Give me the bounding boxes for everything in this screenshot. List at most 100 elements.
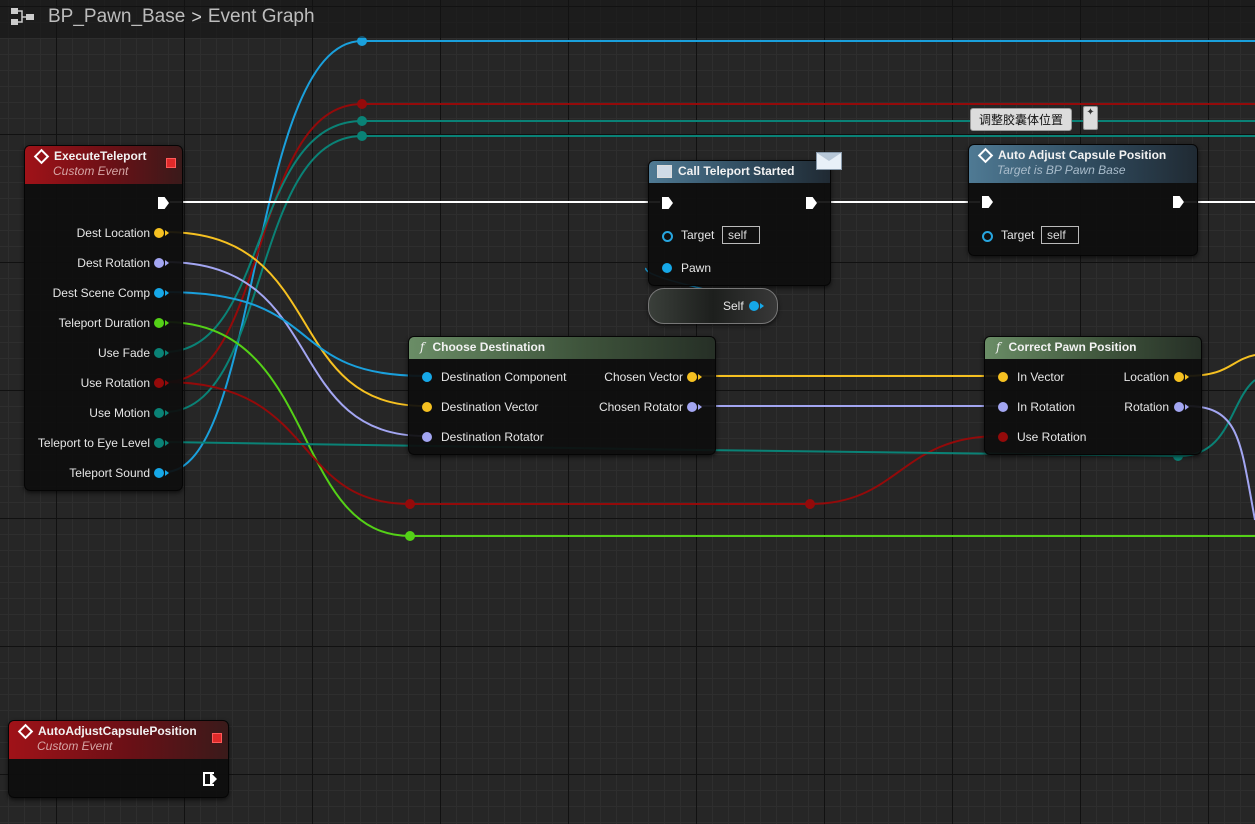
comment-text: 调整胶囊体位置	[979, 113, 1064, 127]
pin-use-motion[interactable]	[154, 408, 169, 418]
pin-label: Target	[681, 228, 715, 242]
reroute-knot	[357, 131, 367, 141]
node-self-reference[interactable]: Self	[648, 288, 778, 324]
node-subtitle: Custom Event	[53, 164, 129, 178]
node-title: Auto Adjust Capsule Position	[998, 148, 1167, 162]
reroute-knot	[805, 499, 815, 509]
exec-in-pin[interactable]	[982, 196, 993, 208]
target-default-value[interactable]: self	[722, 226, 760, 244]
node-header: ExecuteTeleport Custom Event	[25, 146, 182, 184]
breadcrumb-blueprint[interactable]: BP_Pawn_Base	[48, 6, 185, 28]
pin-label: Chosen Vector	[604, 370, 683, 384]
pin-chosen-vector[interactable]	[687, 372, 702, 382]
pin-self-out[interactable]	[749, 301, 764, 311]
pin-teleport-sound[interactable]	[154, 468, 169, 478]
node-header: Call Teleport Started	[649, 161, 830, 183]
node-header: Auto Adjust Capsule Position Target is B…	[969, 145, 1197, 183]
pin-label: Destination Vector	[441, 400, 539, 414]
node-title: Call Teleport Started	[678, 164, 795, 178]
pin-target[interactable]	[982, 231, 993, 242]
pin-teleport-eye-level[interactable]	[154, 438, 169, 448]
delegate-pin-icon[interactable]	[212, 733, 222, 743]
node-header: f Choose Destination	[409, 337, 715, 359]
event-diamond-icon	[17, 723, 34, 739]
pin-label: Dest Rotation	[77, 256, 150, 270]
node-correct-pawn-position[interactable]: f Correct Pawn Position In Vector In Rota…	[984, 336, 1202, 455]
node-call-teleport-started[interactable]: Call Teleport Started Target self Pawn	[648, 152, 842, 286]
wire-dest-rotation	[164, 261, 426, 437]
pin-comment-icon[interactable]: ✦	[1083, 106, 1098, 130]
node-header: AutoAdjustCapsulePosition Custom Event	[9, 721, 228, 759]
node-choose-destination[interactable]: f Choose Destination Destination Componen…	[408, 336, 716, 455]
delegate-pin-icon[interactable]	[166, 158, 176, 168]
function-icon: f	[996, 340, 1001, 354]
node-execute-teleport[interactable]: ExecuteTeleport Custom Event Dest Locati…	[24, 145, 183, 491]
pin-label: Use Rotation	[1017, 430, 1087, 444]
comment-bubble[interactable]: 调整胶囊体位置	[970, 108, 1073, 131]
node-title: Choose Destination	[432, 340, 546, 354]
wire-dest-scene-comp	[164, 291, 426, 377]
pin-label: Location	[1123, 370, 1169, 384]
pin-label: Destination Rotator	[441, 430, 544, 444]
wire-dest-location	[164, 231, 426, 407]
pin-label: Use Motion	[89, 406, 150, 420]
pin-dest-location[interactable]	[154, 228, 169, 238]
pin-location-out[interactable]	[1174, 372, 1189, 382]
message-icon	[657, 164, 672, 178]
exec-in-pin[interactable]	[662, 197, 673, 209]
pin-label: Dest Location	[76, 226, 150, 240]
pin-dest-scene-comp[interactable]	[154, 288, 169, 298]
pin-label: Rotation	[1124, 400, 1169, 414]
node-auto-adjust-capsule[interactable]: Auto Adjust Capsule Position Target is B…	[968, 144, 1198, 256]
pin-use-rotation[interactable]	[154, 378, 169, 388]
pin-pawn[interactable]	[662, 263, 672, 273]
pin-label: Dest Scene Comp	[52, 286, 150, 300]
pin-label: Teleport Sound	[69, 466, 150, 480]
event-diamond-icon	[977, 147, 994, 163]
pin-label: In Rotation	[1017, 400, 1076, 414]
pin-in-rotation[interactable]	[998, 402, 1008, 412]
pin-label: Use Fade	[97, 346, 150, 360]
pin-use-fade[interactable]	[154, 348, 169, 358]
reroute-knot	[405, 531, 415, 541]
pin-label: Use Rotation	[80, 376, 150, 390]
pin-chosen-rotator[interactable]	[687, 402, 702, 412]
pin-use-rotation-in[interactable]	[998, 432, 1008, 442]
pin-label: Target	[1001, 228, 1035, 242]
reroute-knot	[357, 99, 367, 109]
node-title: ExecuteTeleport	[54, 149, 147, 163]
exec-out-pin[interactable]	[806, 197, 817, 209]
target-default-value[interactable]: self	[1041, 226, 1079, 244]
pin-destination-vector[interactable]	[422, 402, 432, 412]
node-auto-adjust-event[interactable]: AutoAdjustCapsulePosition Custom Event	[8, 720, 229, 798]
chevron-right-icon: >	[191, 6, 202, 27]
pin-label: Pawn	[681, 261, 712, 275]
pin-destination-component[interactable]	[422, 372, 432, 382]
exec-out-pin[interactable]	[1173, 196, 1184, 208]
blueprint-graph-icon	[10, 6, 36, 28]
pin-target[interactable]	[662, 231, 673, 242]
reroute-knot	[357, 116, 367, 126]
pin-label: Teleport Duration	[58, 316, 150, 330]
pin-label: In Vector	[1017, 370, 1065, 384]
node-subtitle: Target is BP Pawn Base	[997, 163, 1126, 177]
node-header: f Correct Pawn Position	[985, 337, 1201, 359]
pin-rotation-out[interactable]	[1174, 402, 1189, 412]
pin-label: Chosen Rotator	[598, 400, 683, 414]
pin-label: Destination Component	[441, 370, 567, 384]
pin-in-vector[interactable]	[998, 372, 1008, 382]
pin-teleport-duration[interactable]	[154, 318, 169, 328]
function-icon: f	[420, 340, 425, 354]
node-title: Correct Pawn Position	[1008, 340, 1137, 354]
pin-dest-rotation[interactable]	[154, 258, 169, 268]
breadcrumb: BP_Pawn_Base > Event Graph	[10, 6, 315, 28]
breadcrumb-graph[interactable]: Event Graph	[208, 6, 315, 28]
pin-destination-rotator[interactable]	[422, 432, 432, 442]
node-title: AutoAdjustCapsulePosition	[38, 724, 197, 738]
self-label: Self	[723, 299, 744, 313]
exec-out-pin[interactable]	[158, 197, 169, 209]
envelope-icon	[816, 152, 842, 170]
reroute-knot	[405, 499, 415, 509]
pin-label: Teleport to Eye Level	[37, 436, 150, 450]
node-subtitle: Custom Event	[37, 739, 113, 753]
